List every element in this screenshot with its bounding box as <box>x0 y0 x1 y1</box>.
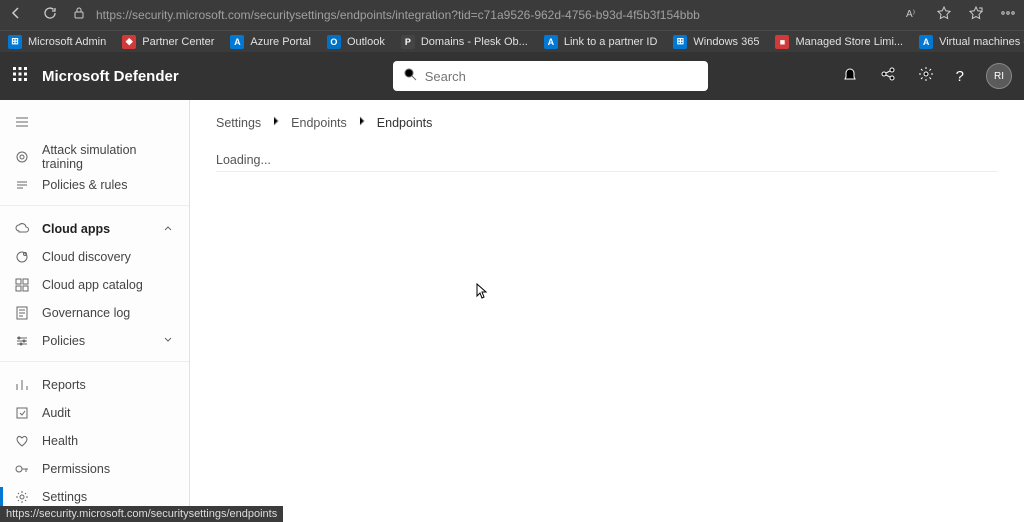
sidebar-item-label: Policies <box>42 334 85 348</box>
sidebar-item-label: Health <box>42 434 78 448</box>
collapse-menu-icon[interactable] <box>0 106 189 143</box>
sidebar-item-cloud-app-catalog[interactable]: Cloud app catalog <box>0 271 189 299</box>
collections-icon[interactable] <box>968 5 984 26</box>
breadcrumb-current: Endpoints <box>377 116 433 130</box>
sidebar-item-label: Audit <box>42 406 71 420</box>
app-launcher-icon[interactable] <box>12 66 28 87</box>
notifications-icon[interactable] <box>842 66 858 87</box>
favorite-link[interactable]: ◆Partner Center <box>122 35 214 49</box>
sidebar-section-cloud-apps[interactable]: Cloud apps <box>0 215 189 243</box>
favorite-label: Windows 365 <box>693 36 759 48</box>
favorite-label: Virtual machines -... <box>939 36 1024 48</box>
avatar[interactable]: RI <box>986 63 1012 89</box>
loading-text: Loading... <box>216 153 998 172</box>
favorite-label: Microsoft Admin <box>28 36 106 48</box>
help-icon[interactable]: ? <box>956 68 964 85</box>
chevron-right-icon <box>269 114 283 131</box>
sidebar-item-audit[interactable]: Audit <box>0 399 189 427</box>
back-icon[interactable] <box>8 5 24 26</box>
favorite-label: Link to a partner ID <box>564 36 658 48</box>
lock-icon[interactable] <box>72 6 86 25</box>
favorite-link[interactable]: ■Managed Store Limi... <box>775 35 903 49</box>
sidebar-section-label: Cloud apps <box>42 222 110 236</box>
settings-gear-icon[interactable] <box>918 66 934 87</box>
favorite-link[interactable]: AAzure Portal <box>230 35 311 49</box>
favorite-link[interactable]: ⊞Microsoft Admin <box>8 35 106 49</box>
breadcrumb-item[interactable]: Endpoints <box>291 116 347 130</box>
main-content: Settings Endpoints Endpoints Loading... <box>190 100 1024 522</box>
favorite-label: Partner Center <box>142 36 214 48</box>
read-aloud-icon[interactable]: A⁾ <box>906 6 920 25</box>
share-icon[interactable] <box>880 66 896 87</box>
cursor-icon <box>476 283 488 304</box>
sidebar-item-permissions[interactable]: Permissions <box>0 455 189 483</box>
app-title: Microsoft Defender <box>42 68 179 85</box>
favorite-link[interactable]: OOutlook <box>327 35 385 49</box>
favorites-bar: ⊞Microsoft Admin ◆Partner Center AAzure … <box>0 30 1024 52</box>
sidebar-item-label: Cloud discovery <box>42 250 131 264</box>
svg-text:A⁾: A⁾ <box>906 9 915 20</box>
refresh-icon[interactable] <box>42 5 58 26</box>
sidebar-item-policies-rules[interactable]: Policies & rules <box>0 171 189 199</box>
sidebar-item-label: Reports <box>42 378 86 392</box>
favorite-label: Managed Store Limi... <box>795 36 903 48</box>
sidebar-item-label: Permissions <box>42 462 110 476</box>
breadcrumb-item[interactable]: Settings <box>216 116 261 130</box>
sidebar-item-attack-simulation[interactable]: Attack simulation training <box>0 143 189 171</box>
favorite-star-icon[interactable] <box>936 5 952 26</box>
browser-toolbar: https://security.microsoft.com/securitys… <box>0 0 1024 30</box>
favorite-label: Domains - Plesk Ob... <box>421 36 528 48</box>
sidebar-item-label: Attack simulation training <box>42 143 175 171</box>
sidebar-item-label: Governance log <box>42 306 130 320</box>
sidebar-item-reports[interactable]: Reports <box>0 371 189 399</box>
sidebar-item-cloud-discovery[interactable]: Cloud discovery <box>0 243 189 271</box>
favorite-link[interactable]: ⊞Windows 365 <box>673 35 759 49</box>
chevron-up-icon <box>161 221 175 238</box>
favorite-link[interactable]: PDomains - Plesk Ob... <box>401 35 528 49</box>
app-header: Microsoft Defender ? RI <box>0 52 1024 100</box>
chevron-down-icon <box>161 333 175 350</box>
search-icon <box>403 67 417 86</box>
sidebar-item-label: Policies & rules <box>42 178 127 192</box>
favorite-link[interactable]: ALink to a partner ID <box>544 35 658 49</box>
search-box[interactable] <box>393 61 708 91</box>
address-url[interactable]: https://security.microsoft.com/securitys… <box>96 8 700 22</box>
sidebar: Attack simulation training Policies & ru… <box>0 100 190 522</box>
favorite-label: Azure Portal <box>250 36 311 48</box>
sidebar-item-label: Settings <box>42 490 87 504</box>
sidebar-item-policies[interactable]: Policies <box>0 327 189 355</box>
breadcrumb: Settings Endpoints Endpoints <box>216 114 998 131</box>
sidebar-item-governance-log[interactable]: Governance log <box>0 299 189 327</box>
more-icon[interactable] <box>1000 5 1016 26</box>
favorite-link[interactable]: AVirtual machines -... <box>919 35 1024 49</box>
favorite-label: Outlook <box>347 36 385 48</box>
link-status-bar: https://security.microsoft.com/securitys… <box>0 506 283 522</box>
search-input[interactable] <box>425 69 698 84</box>
sidebar-item-health[interactable]: Health <box>0 427 189 455</box>
sidebar-item-label: Cloud app catalog <box>42 278 143 292</box>
chevron-right-icon <box>355 114 369 131</box>
